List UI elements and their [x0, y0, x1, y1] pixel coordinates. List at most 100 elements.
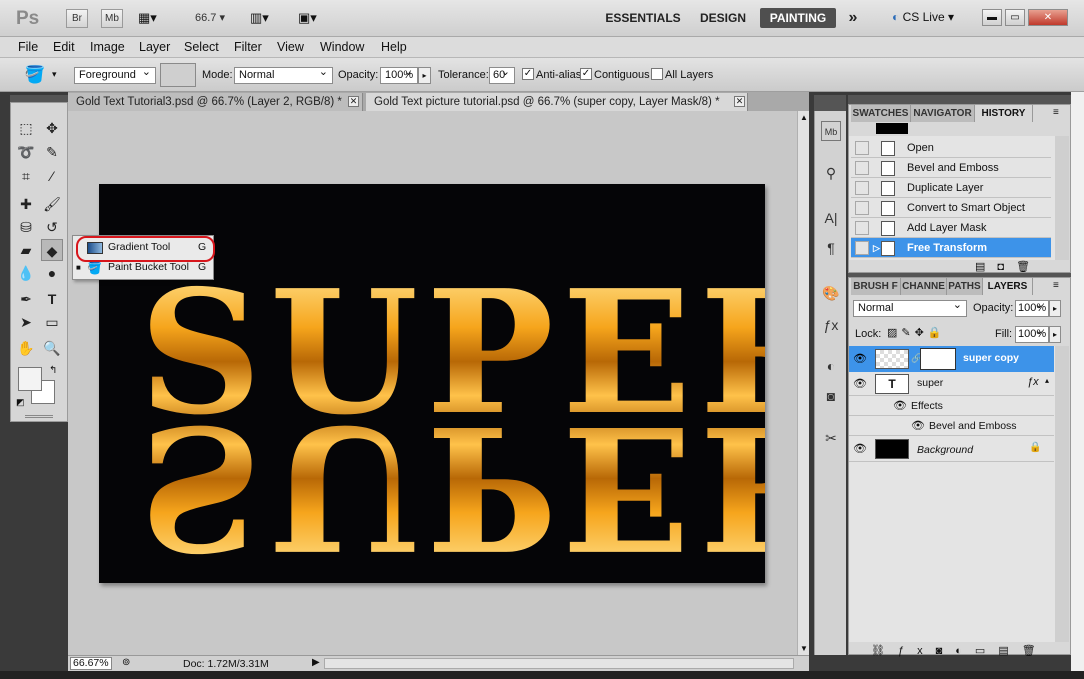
- arrange-documents-icon[interactable]: ▥▾: [250, 10, 269, 26]
- view-extras-icon[interactable]: ▦▾: [138, 10, 166, 27]
- menu-filter[interactable]: Filter: [234, 40, 262, 54]
- close-tab-icon[interactable]: ✕: [734, 96, 745, 107]
- healing-brush-tool-icon[interactable]: ✚: [15, 193, 37, 215]
- layer-row-super-copy[interactable]: 👁 🔗 super copy: [849, 346, 1054, 372]
- zoom-tool-icon[interactable]: 🔍: [41, 337, 63, 359]
- cs-live-menu[interactable]: ◐ CS Live ▾: [892, 10, 954, 24]
- pattern-picker[interactable]: [160, 63, 196, 87]
- fill-source-select[interactable]: Foreground: [74, 65, 156, 84]
- fill-arrow-icon[interactable]: ▸: [1049, 326, 1061, 343]
- doc-tab-gold-text-picture[interactable]: Gold Text picture tutorial.psd @ 66.7% (…: [366, 93, 748, 111]
- fill-input[interactable]: 100%: [1015, 324, 1049, 343]
- screen-mode-icon[interactable]: ▣▾: [298, 10, 317, 26]
- new-layer-icon[interactable]: ▤: [998, 645, 1021, 657]
- marquee-tool-icon[interactable]: ⬚: [15, 117, 37, 139]
- mini-bridge-button[interactable]: Mb: [101, 9, 123, 28]
- history-scrollbar[interactable]: [1055, 136, 1069, 260]
- eyedropper-tool-icon[interactable]: ⁄: [41, 165, 63, 187]
- type-tool-icon[interactable]: T: [41, 288, 63, 310]
- scroll-down-icon[interactable]: ▼: [800, 644, 808, 653]
- path-selection-tool-icon[interactable]: ➤: [15, 311, 37, 333]
- workspace-essentials[interactable]: ESSENTIALS: [600, 8, 686, 28]
- adjustments-panel-icon[interactable]: ◐: [821, 356, 841, 376]
- icon-strip-header[interactable]: [814, 95, 846, 111]
- history-brush-source-box[interactable]: [855, 141, 869, 155]
- menu-file[interactable]: File: [18, 40, 38, 54]
- color-panel-icon[interactable]: 🎨: [821, 283, 841, 303]
- history-item[interactable]: Bevel and Emboss: [851, 158, 1051, 178]
- collapse-effects-icon[interactable]: ▴: [1045, 376, 1049, 385]
- layer-mask-thumbnail[interactable]: [920, 348, 956, 370]
- styles-panel-icon[interactable]: ƒx: [821, 315, 841, 335]
- history-item[interactable]: Duplicate Layer: [851, 178, 1051, 198]
- status-zoom-input[interactable]: 66.67%: [70, 657, 112, 670]
- layer-row-background[interactable]: 👁 Background 🔒: [849, 436, 1054, 462]
- doc-tab-gold-text-tutorial3[interactable]: Gold Text Tutorial3.psd @ 66.7% (Layer 2…: [68, 93, 363, 111]
- default-colors-icon[interactable]: ◩: [16, 397, 25, 408]
- move-tool-icon[interactable]: ✥: [41, 117, 63, 139]
- history-item[interactable]: Add Layer Mask: [851, 218, 1051, 238]
- all-layers-checkbox[interactable]: [651, 68, 663, 80]
- hand-tool-icon[interactable]: ✋: [15, 337, 37, 359]
- effects-row[interactable]: 👁 Effects: [849, 396, 1054, 416]
- tab-navigator[interactable]: NAVIGATOR: [911, 105, 975, 122]
- add-mask-icon[interactable]: ◙: [936, 645, 956, 657]
- tab-history[interactable]: HISTORY: [975, 105, 1033, 122]
- lock-all-icon[interactable]: 🔒: [928, 327, 946, 339]
- zoom-level[interactable]: 66.7 ▾: [195, 11, 225, 24]
- status-options-icon[interactable]: ⊚: [122, 657, 130, 668]
- layers-scrollbar[interactable]: [1055, 346, 1069, 642]
- tool-presets-panel-icon[interactable]: ✂: [821, 428, 841, 448]
- character-panel-icon[interactable]: A|: [821, 208, 841, 228]
- bridge-button[interactable]: Br: [66, 9, 88, 28]
- tab-layers[interactable]: LAYERS: [983, 278, 1033, 295]
- layer-opacity-arrow-icon[interactable]: ▸: [1049, 300, 1061, 317]
- new-document-from-state-icon[interactable]: ▤: [975, 261, 997, 273]
- menu-view[interactable]: View: [277, 40, 304, 54]
- type-layer-thumbnail[interactable]: T: [875, 374, 909, 394]
- history-brush-source-box[interactable]: [855, 241, 869, 255]
- layer-name[interactable]: super: [917, 377, 943, 389]
- history-brush-source-box[interactable]: [855, 181, 869, 195]
- tab-brush[interactable]: BRUSH F: [851, 278, 901, 295]
- smart-object-thumbnail[interactable]: [875, 349, 909, 369]
- history-item[interactable]: Convert to Smart Object: [851, 198, 1051, 218]
- rectangle-tool-icon[interactable]: ▭: [41, 311, 63, 333]
- lock-transparent-icon[interactable]: ▨: [887, 327, 901, 339]
- mode-select[interactable]: Normal: [234, 65, 333, 84]
- clone-source-panel-icon[interactable]: ⚲: [821, 163, 841, 183]
- workspace-design[interactable]: DESIGN: [694, 8, 752, 28]
- layer-name[interactable]: super copy: [963, 352, 1019, 364]
- menu-window[interactable]: Window: [320, 40, 364, 54]
- mini-bridge-panel-icon[interactable]: Mb: [821, 121, 841, 141]
- status-menu-arrow-icon[interactable]: ▶: [312, 657, 320, 668]
- history-brush-tool-icon[interactable]: ↺: [41, 216, 63, 238]
- minimize-button[interactable]: ▬: [982, 9, 1002, 26]
- visibility-eye-icon[interactable]: 👁: [853, 352, 867, 366]
- tab-channels[interactable]: CHANNE: [901, 278, 947, 295]
- history-item-selected[interactable]: ▷ Free Transform: [851, 238, 1051, 258]
- tab-swatches[interactable]: SWATCHES: [851, 105, 911, 122]
- eraser-tool-icon[interactable]: ▰: [15, 239, 37, 261]
- add-style-icon[interactable]: ƒx: [898, 645, 936, 657]
- new-snapshot-icon[interactable]: ◘: [997, 261, 1016, 273]
- blur-tool-icon[interactable]: 💧: [15, 262, 37, 284]
- new-group-icon[interactable]: ▭: [975, 645, 998, 657]
- close-button[interactable]: ✕: [1028, 9, 1068, 26]
- blend-mode-select[interactable]: Normal: [853, 298, 967, 317]
- menu-image[interactable]: Image: [90, 40, 125, 54]
- background-thumbnail[interactable]: [875, 439, 909, 459]
- dodge-tool-icon[interactable]: ●: [41, 262, 63, 284]
- preset-dropdown-arrow-icon[interactable]: ▾: [52, 69, 57, 80]
- lock-position-icon[interactable]: ✥: [915, 327, 928, 339]
- lock-image-icon[interactable]: ✎: [901, 327, 914, 339]
- delete-layer-icon[interactable]: 🗑: [1022, 645, 1049, 657]
- panel-menu-icon[interactable]: ≡: [1053, 280, 1059, 291]
- visibility-eye-icon[interactable]: 👁: [853, 377, 867, 391]
- swap-colors-icon[interactable]: ↰: [49, 365, 57, 376]
- brush-tool-icon[interactable]: 🖌: [41, 193, 63, 215]
- adjustment-layer-icon[interactable]: ◐: [955, 645, 975, 657]
- paint-bucket-preset-icon[interactable]: 🪣: [24, 65, 45, 85]
- history-panel-header[interactable]: [848, 95, 1071, 104]
- history-item[interactable]: Open: [851, 138, 1051, 158]
